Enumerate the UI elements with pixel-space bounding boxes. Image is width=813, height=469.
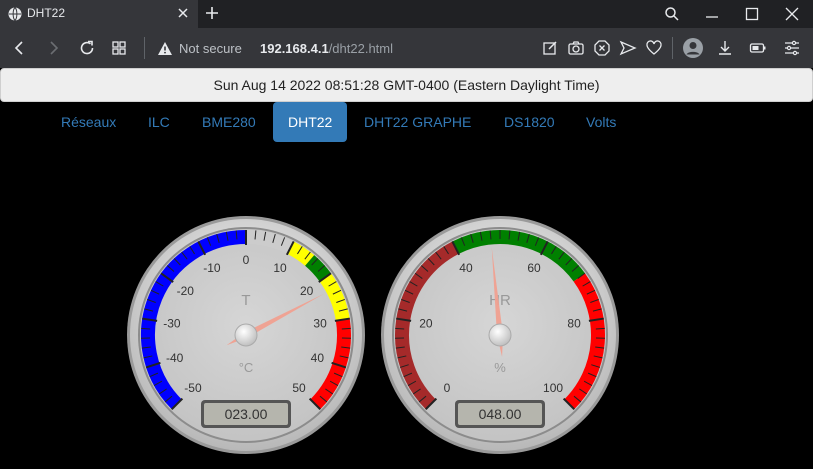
humidity-gauge-tick-label: 0 xyxy=(444,381,451,395)
forward-icon[interactable] xyxy=(44,39,62,57)
address-bar[interactable]: 192.168.4.1/dht22.html xyxy=(260,41,393,56)
humidity-gauge-minor-tick xyxy=(595,327,605,330)
block-icon[interactable] xyxy=(593,39,611,57)
temperature-gauge-tick-label: -10 xyxy=(203,261,221,275)
nav-item-dht22[interactable]: DHT22 xyxy=(273,102,348,142)
temperature-gauge-knob xyxy=(234,323,258,347)
humidity-gauge-value-text: 048.00 xyxy=(479,406,522,422)
temperature-gauge-units: °C xyxy=(239,360,254,375)
nav-item-volts[interactable]: Volts xyxy=(571,102,631,142)
globe-icon xyxy=(8,7,22,21)
nav-item-reseaux[interactable]: Réseaux xyxy=(46,102,131,142)
humidity-gauge: 0 20 40 60 80 100 HR% 048.00 xyxy=(380,215,620,455)
humidity-gauge-units: % xyxy=(494,360,506,375)
new-tab-icon[interactable] xyxy=(204,5,220,21)
temperature-gauge-tick-label: 40 xyxy=(311,351,325,365)
humidity-gauge-dial: 0 20 40 60 80 100 HR% 048.00 xyxy=(381,216,619,454)
humidity-gauge-tick-label: 60 xyxy=(527,261,541,275)
humidity-gauge-title: HR xyxy=(489,292,511,309)
maximize-button[interactable] xyxy=(734,0,770,28)
temperature-gauge-tick-label: -40 xyxy=(166,351,184,365)
nav-item-ds1820[interactable]: DS1820 xyxy=(489,102,570,142)
reload-icon[interactable] xyxy=(78,39,96,57)
temperature-gauge-tick-label: -20 xyxy=(177,284,195,298)
nav-item-bme280[interactable]: BME280 xyxy=(187,102,271,142)
temperature-gauge-minor-tick xyxy=(141,327,151,330)
maximize-icon xyxy=(745,7,759,21)
humidity-gauge-tick-label: 80 xyxy=(567,316,581,330)
temperature-gauge-tick-label: -30 xyxy=(163,316,181,330)
heart-icon[interactable] xyxy=(645,39,663,57)
minimize-icon xyxy=(706,16,718,18)
back-icon[interactable] xyxy=(11,39,29,57)
temperature-gauge-tick-label: -50 xyxy=(184,381,202,395)
close-tab-icon[interactable] xyxy=(176,6,190,20)
datetime-text: Sun Aug 14 2022 08:51:28 GMT-0400 (Easte… xyxy=(213,77,600,93)
tab-overview-icon[interactable] xyxy=(110,39,128,57)
humidity-gauge-tick-label: 20 xyxy=(419,316,433,330)
temperature-gauge-dial: -50 -40 -30 -20 -10 0 10 20 30 40 50 T °C 023.00 xyxy=(127,216,365,454)
camera-icon[interactable] xyxy=(567,39,585,57)
avatar-icon[interactable] xyxy=(682,37,704,59)
url-path: /dht22.html xyxy=(328,41,394,56)
send-icon[interactable] xyxy=(619,39,637,57)
close-icon xyxy=(785,7,799,21)
warning-icon[interactable] xyxy=(157,41,173,56)
page-nav: Réseaux ILC BME280 DHT22 DHT22 GRAPHE DS… xyxy=(0,102,813,142)
close-window-button[interactable] xyxy=(774,0,810,28)
nav-item-dht22-graphe[interactable]: DHT22 GRAPHE xyxy=(349,102,486,142)
temperature-gauge-minor-tick xyxy=(341,327,351,330)
toolbar-separator-right xyxy=(672,37,673,59)
humidity-gauge-knob xyxy=(488,323,512,347)
tab-strip: DHT22 xyxy=(0,0,813,28)
toolbar-separator xyxy=(144,37,145,59)
temperature-gauge-tick-label: 30 xyxy=(313,316,327,330)
temperature-gauge-value-text: 023.00 xyxy=(225,406,268,422)
nav-item-ilc[interactable]: ILC xyxy=(133,102,185,142)
edit-icon[interactable] xyxy=(541,39,559,57)
search-tabs-button[interactable] xyxy=(654,0,690,28)
security-label[interactable]: Not secure xyxy=(179,41,242,56)
humidity-gauge-minor-tick xyxy=(395,327,405,330)
tab-title: DHT22 xyxy=(27,6,66,20)
temperature-gauge-tick-label: 50 xyxy=(292,381,306,395)
humidity-gauge-tick-label: 40 xyxy=(459,261,473,275)
temperature-gauge: -50 -40 -30 -20 -10 0 10 20 30 40 50 T °C 023.00 xyxy=(126,215,366,455)
url-host: 192.168.4.1 xyxy=(260,41,329,56)
browser-tab[interactable]: DHT22 xyxy=(0,0,198,28)
temperature-gauge-tick-label: 10 xyxy=(273,261,287,275)
search-icon xyxy=(665,7,679,21)
temperature-gauge-tick-label: 0 xyxy=(243,253,250,267)
temperature-gauge-tick-label: 20 xyxy=(300,284,314,298)
humidity-gauge-tick-label: 100 xyxy=(543,381,563,395)
download-icon[interactable] xyxy=(716,39,734,57)
settings-sliders-icon[interactable] xyxy=(783,39,801,57)
battery-icon[interactable] xyxy=(749,39,767,57)
minimize-button[interactable] xyxy=(694,0,730,28)
temperature-gauge-title: T xyxy=(241,292,250,309)
browser-toolbar: Not secure 192.168.4.1/dht22.html xyxy=(0,28,813,68)
datetime-bar: Sun Aug 14 2022 08:51:28 GMT-0400 (Easte… xyxy=(0,68,813,102)
